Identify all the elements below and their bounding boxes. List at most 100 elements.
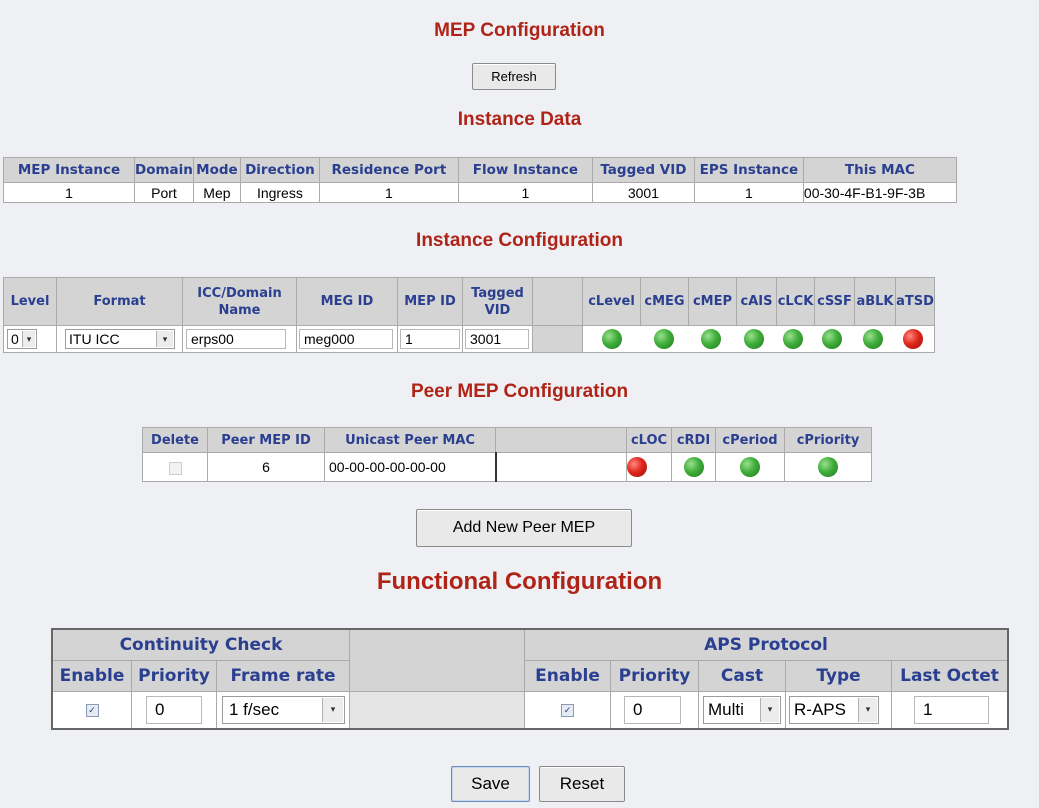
last-octet-input[interactable]: 1 [914, 695, 989, 724]
aps-enable-checkbox[interactable]: ✓ [561, 703, 574, 717]
status-led [744, 329, 764, 349]
col-cc-frame-rate: Frame rate [216, 659, 350, 692]
status-led [700, 329, 721, 349]
cell-domain: Port [134, 182, 194, 203]
cell-func-spacer [349, 690, 525, 730]
col-crdi: cRDI [671, 427, 716, 453]
cell-tagged-vid: 3001 [591, 182, 695, 203]
instance-config-heading: Instance Configuration [416, 230, 623, 251]
cperiod-status [715, 452, 785, 482]
col-cssf: cSSF [814, 277, 855, 326]
type-select[interactable]: R-APS ▾ [789, 695, 879, 724]
col-aps-type: Type [785, 659, 892, 692]
aps-priority-input[interactable]: 0 [624, 695, 681, 724]
col-aps-cast: Cast [698, 659, 786, 692]
cssf-status [812, 329, 852, 349]
col-cperiod: cPeriod [715, 427, 785, 453]
col-peer-spacer [495, 427, 627, 453]
col-cpriority: cPriority [784, 427, 872, 453]
col-cmeg: cMEG [640, 277, 689, 326]
meg-id-input[interactable]: meg000 [299, 329, 393, 349]
col-cc-enable: Enable [51, 659, 132, 692]
chevron-down-icon: ▾ [22, 331, 35, 347]
cell-mep-id: 1 [397, 325, 463, 353]
table-row: ✓ 0 1 f/sec ▾ ✓ 0 Multi ▾ R-APS ▾ 1 [51, 690, 1009, 730]
col-tagged-vid: Tagged VID [591, 157, 695, 183]
cell-spacer [532, 325, 583, 353]
table-row: 0 ▾ ITU ICC ▾ erps00 meg000 1 3001 [3, 325, 936, 353]
icc-domain-input[interactable]: erps00 [186, 329, 286, 349]
col-cloc: cLOC [626, 427, 672, 453]
aps-protocol-header: APS Protocol [524, 628, 1009, 661]
col-eps-instance: EPS Instance [693, 157, 804, 183]
status-led [601, 329, 622, 349]
col-format: Format [56, 277, 183, 326]
format-select[interactable]: ITU ICC ▾ [65, 329, 175, 349]
cell-this-mac: 00-30-4F-B1-9F-3B [802, 182, 957, 203]
chevron-down-icon: ▾ [156, 331, 173, 347]
cell-cc-frame-rate: 1 f/sec ▾ [216, 690, 350, 730]
col-level: Level [3, 277, 57, 326]
instance-config-table: Level Format ICC/Domain Name MEG ID MEP … [3, 277, 936, 353]
level-select[interactable]: 0 ▾ [7, 329, 37, 349]
col-cc-priority: Priority [131, 659, 217, 692]
cell-residence-port: 1 [318, 182, 459, 203]
cell-unicast-mac: 00-00-00-00-00-00 [324, 452, 497, 482]
col-cais: cAIS [736, 277, 777, 326]
col-mep-instance: MEP Instance [3, 157, 135, 183]
col-clevel: cLevel [582, 277, 641, 326]
save-button[interactable]: Save [451, 766, 530, 802]
cell-format: ITU ICC ▾ [56, 325, 183, 353]
frame-rate-select[interactable]: 1 f/sec ▾ [222, 695, 345, 724]
table-row: 1 Port Mep Ingress 1 1 3001 1 00-30-4F-B… [3, 182, 957, 203]
col-domain: Domain [134, 157, 194, 183]
cc-enable-checkbox[interactable]: ✓ [85, 703, 99, 717]
status-led [902, 329, 923, 349]
cmep-status [687, 329, 734, 349]
col-aps-last-octet: Last Octet [891, 659, 1009, 692]
cc-priority-input[interactable]: 0 [146, 695, 202, 724]
clevel-status [583, 329, 640, 349]
delete-checkbox[interactable] [168, 461, 182, 475]
refresh-button[interactable]: Refresh [472, 63, 556, 90]
col-aps-priority: Priority [610, 659, 699, 692]
status-led [783, 329, 803, 349]
chevron-down-icon: ▾ [322, 697, 343, 722]
cast-select[interactable]: Multi ▾ [703, 695, 781, 724]
type-value: R-APS [794, 699, 846, 719]
functional-table: Continuity Check APS Protocol Enable Pri… [51, 628, 1009, 730]
mep-id-input[interactable]: 1 [400, 329, 460, 349]
ablk-status [852, 329, 893, 349]
cell-aps-cast: Multi ▾ [698, 690, 786, 730]
col-aps-enable: Enable [524, 659, 611, 692]
frame-rate-value: 1 f/sec [229, 699, 280, 719]
col-delete: Delete [142, 427, 208, 453]
cell-eps-instance: 1 [693, 182, 804, 203]
cell-aps-enable: ✓ [524, 690, 611, 730]
status-led [683, 457, 704, 477]
col-cmep: cMEP [688, 277, 737, 326]
cpriority-status [784, 452, 872, 482]
cell-icc-domain: erps00 [182, 325, 297, 353]
cmeg-status [640, 329, 687, 349]
reset-button[interactable]: Reset [539, 766, 625, 802]
status-led [627, 457, 647, 477]
tagged-vid-input[interactable]: 3001 [465, 329, 529, 349]
clck-status [774, 329, 812, 349]
instance-status-row [583, 329, 934, 349]
col-residence-port: Residence Port [318, 157, 459, 183]
cais-status [734, 329, 774, 349]
cell-peer-spacer [495, 452, 627, 482]
cell-direction: Ingress [239, 182, 320, 203]
col-mode: Mode [192, 157, 241, 183]
col-func-spacer [349, 628, 525, 692]
col-spacer [532, 277, 583, 326]
col-direction: Direction [239, 157, 320, 183]
functional-heading: Functional Configuration [376, 568, 663, 595]
add-peer-mep-button[interactable]: Add New Peer MEP [416, 509, 632, 547]
cell-peer-mep-id: 6 [207, 452, 325, 482]
instance-data-table: MEP Instance Domain Mode Direction Resid… [3, 157, 957, 203]
col-tagged-vid: Tagged VID [462, 277, 533, 326]
level-value: 0 [11, 331, 19, 347]
col-meg-id: MEG ID [296, 277, 398, 326]
